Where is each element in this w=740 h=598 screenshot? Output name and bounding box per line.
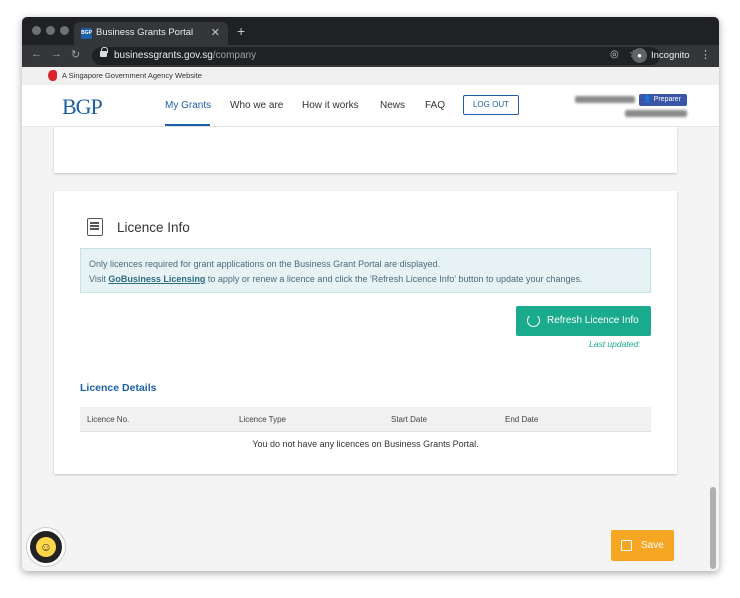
minimize-window-icon[interactable] — [46, 26, 55, 35]
eye-off-icon[interactable]: ◎ — [610, 49, 619, 60]
site-header: BGP My Grants Who we are How it works Ne… — [22, 85, 719, 127]
licence-table-header: Licence No. Licence Type Start Date End … — [80, 407, 651, 432]
column-end-date: End Date — [505, 415, 539, 424]
nav-my-grants[interactable]: My Grants — [165, 100, 211, 111]
nav-faq[interactable]: FAQ — [425, 100, 445, 111]
gov-banner: A Singapore Government Agency Website — [22, 67, 719, 85]
lock-icon — [100, 47, 108, 57]
column-licence-type: Licence Type — [239, 415, 286, 424]
licence-details-title: Licence Details — [80, 382, 157, 394]
active-nav-indicator — [165, 124, 210, 126]
browser-window: BGP Business Grants Portal ✕ + ← → ↻ bus… — [22, 17, 719, 571]
menu-icon[interactable]: ⋮ — [700, 48, 711, 61]
gov-banner-text: A Singapore Government Agency Website — [62, 71, 202, 80]
favicon-icon: BGP — [81, 28, 92, 39]
nav-how-it-works[interactable]: How it works — [302, 100, 359, 111]
logout-button[interactable]: LOG OUT — [463, 95, 519, 115]
previous-section-card — [54, 127, 677, 173]
browser-toolbar: ← → ↻ businessgrants.gov.sg/company ◎ ☆ … — [22, 45, 719, 67]
refresh-label: Refresh Licence Info — [547, 315, 639, 326]
save-icon — [621, 540, 632, 551]
browser-tab[interactable]: BGP Business Grants Portal ✕ — [74, 22, 228, 45]
licence-info-title: Licence Info — [117, 220, 190, 235]
empty-licence-message: You do not have any licences on Business… — [252, 439, 479, 449]
info-line-2: Visit GoBusiness Licensing to apply or r… — [89, 274, 583, 284]
new-tab-icon[interactable]: + — [237, 23, 245, 39]
save-button[interactable]: Save — [611, 530, 674, 561]
close-window-icon[interactable] — [32, 26, 41, 35]
maximize-window-icon[interactable] — [60, 26, 69, 35]
reload-icon[interactable]: ↻ — [71, 48, 80, 61]
save-label: Save — [641, 540, 664, 551]
user-name-redacted — [575, 96, 635, 103]
nav-news[interactable]: News — [380, 100, 405, 111]
tab-strip: BGP Business Grants Portal ✕ + — [22, 17, 719, 45]
bgp-logo[interactable]: BGP — [62, 94, 103, 120]
chat-widget-button[interactable]: ☺ — [27, 528, 65, 566]
column-licence-no: Licence No. — [87, 415, 130, 424]
refresh-licence-button[interactable]: Refresh Licence Info — [516, 306, 651, 336]
last-updated-text: Last updated: — [589, 339, 641, 349]
column-start-date: Start Date — [391, 415, 428, 424]
page-scrollbar[interactable] — [710, 487, 716, 569]
incognito-label: Incognito — [651, 50, 690, 61]
gobusiness-link[interactable]: GoBusiness Licensing — [108, 274, 205, 284]
forward-icon[interactable]: → — [51, 48, 62, 60]
back-icon[interactable]: ← — [31, 48, 42, 60]
licence-info-card: Licence Info Only licences required for … — [54, 191, 677, 474]
refresh-icon — [527, 314, 540, 327]
lion-head-icon — [48, 70, 57, 81]
company-name-redacted — [625, 110, 687, 117]
smiley-icon: ☺ — [36, 537, 56, 557]
close-tab-icon[interactable]: ✕ — [211, 26, 220, 39]
info-line-1: Only licences required for grant applica… — [89, 259, 441, 269]
role-badge: 👤 Preparer — [639, 94, 687, 106]
licence-info-notice: Only licences required for grant applica… — [80, 248, 651, 293]
address-bar[interactable]: businessgrants.gov.sg/company ◎ ☆ — [92, 47, 660, 65]
document-icon — [87, 218, 103, 236]
tab-title: Business Grants Portal — [96, 27, 194, 38]
url-text: businessgrants.gov.sg/company — [114, 50, 257, 61]
incognito-icon: ● — [632, 48, 647, 63]
nav-who-we-are[interactable]: Who we are — [230, 100, 283, 111]
